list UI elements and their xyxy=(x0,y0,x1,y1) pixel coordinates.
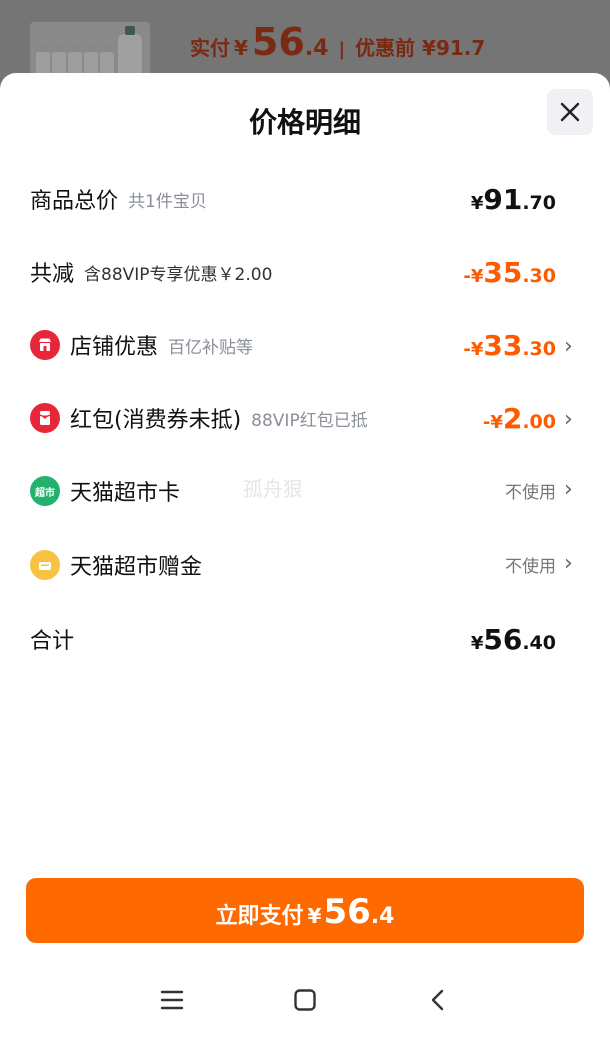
chevron-right-icon: › xyxy=(564,477,573,502)
total-reduction-note: 含88VIP专享优惠￥2.00 xyxy=(84,264,273,285)
pay-now-button[interactable]: 立即支付 ¥ 56 .4 xyxy=(26,878,584,943)
pay-currency: ¥ xyxy=(307,904,322,928)
red-packet-label: 红包(消费券未抵) xyxy=(70,408,242,433)
paid-currency: ¥ xyxy=(234,36,248,60)
paid-amount-int: 56 xyxy=(251,20,305,64)
pay-amount-dec: .4 xyxy=(370,904,395,929)
close-icon xyxy=(560,102,580,122)
store-icon xyxy=(30,330,60,360)
grand-total-amount: ¥ 56 .40 xyxy=(470,622,556,656)
pay-label: 立即支付 xyxy=(215,904,304,929)
home-icon xyxy=(294,989,316,1011)
total-goods-amount: ¥ 91 .70 xyxy=(470,182,556,216)
row-tmall-card[interactable]: 超市 天猫超市卡 不使用 › xyxy=(30,471,580,511)
grand-total-label: 合计 xyxy=(30,629,75,654)
paid-amount-dec: .4 xyxy=(304,36,329,61)
red-packet-icon xyxy=(30,403,60,433)
row-tmall-bonus[interactable]: 天猫超市赠金 不使用 › xyxy=(30,545,580,585)
total-reduction-label: 共减 xyxy=(30,262,75,287)
tmall-bonus-status: 不使用 xyxy=(505,557,556,577)
watermark: 孤舟狠 xyxy=(243,477,303,501)
menu-button[interactable] xyxy=(155,983,189,1017)
total-reduction-amount: -¥ 35 .30 xyxy=(463,255,556,289)
tmall-card-label: 天猫超市卡 xyxy=(70,481,181,506)
store-discount-label: 店铺优惠 xyxy=(70,335,159,360)
row-total-goods: 商品总价 共1件宝贝 ¥ 91 .70 xyxy=(30,179,580,219)
row-store-discount[interactable]: 店铺优惠 百亿补贴等 -¥ 33 .30 › xyxy=(30,325,580,365)
payment-summary: 实付 ¥ 56 .4 | 优惠前 ¥91.7 xyxy=(190,20,485,80)
home-button[interactable] xyxy=(288,983,322,1017)
total-goods-count: 共1件宝贝 xyxy=(128,191,207,212)
menu-icon xyxy=(160,990,184,1010)
store-discount-amount: -¥ 33 .30 xyxy=(463,328,556,362)
tmall-bonus-label: 天猫超市赠金 xyxy=(70,555,203,580)
paid-label: 实付 xyxy=(190,36,230,60)
store-discount-note: 百亿补贴等 xyxy=(168,337,254,358)
back-button[interactable] xyxy=(421,983,455,1017)
before-discount: 优惠前 ¥91.7 xyxy=(355,36,486,60)
back-icon xyxy=(431,989,444,1011)
row-red-packet[interactable]: 红包(消费券未抵) 88VIP红包已抵 -¥ 2 .00 › xyxy=(30,398,580,438)
tmall-card-status: 不使用 xyxy=(505,483,556,503)
row-total-reduction: 共减 含88VIP专享优惠￥2.00 -¥ 35 .30 xyxy=(30,252,580,292)
red-packet-amount: -¥ 2 .00 xyxy=(482,401,556,435)
chevron-right-icon: › xyxy=(564,406,573,432)
pay-amount-int: 56 xyxy=(323,892,371,932)
sheet-title: 价格明细 xyxy=(248,106,361,139)
total-goods-label: 商品总价 xyxy=(30,189,119,214)
chevron-right-icon: › xyxy=(564,333,573,359)
tmall-bonus-icon xyxy=(30,550,60,580)
red-packet-note: 88VIP红包已抵 xyxy=(251,410,368,431)
chevron-right-icon: › xyxy=(564,551,573,576)
summary-separator: | xyxy=(338,39,346,60)
close-button[interactable] xyxy=(547,89,593,135)
system-nav-bar xyxy=(0,975,610,1025)
row-grand-total: 合计 ¥ 56 .40 xyxy=(30,619,580,659)
tmall-card-icon: 超市 xyxy=(30,476,60,506)
